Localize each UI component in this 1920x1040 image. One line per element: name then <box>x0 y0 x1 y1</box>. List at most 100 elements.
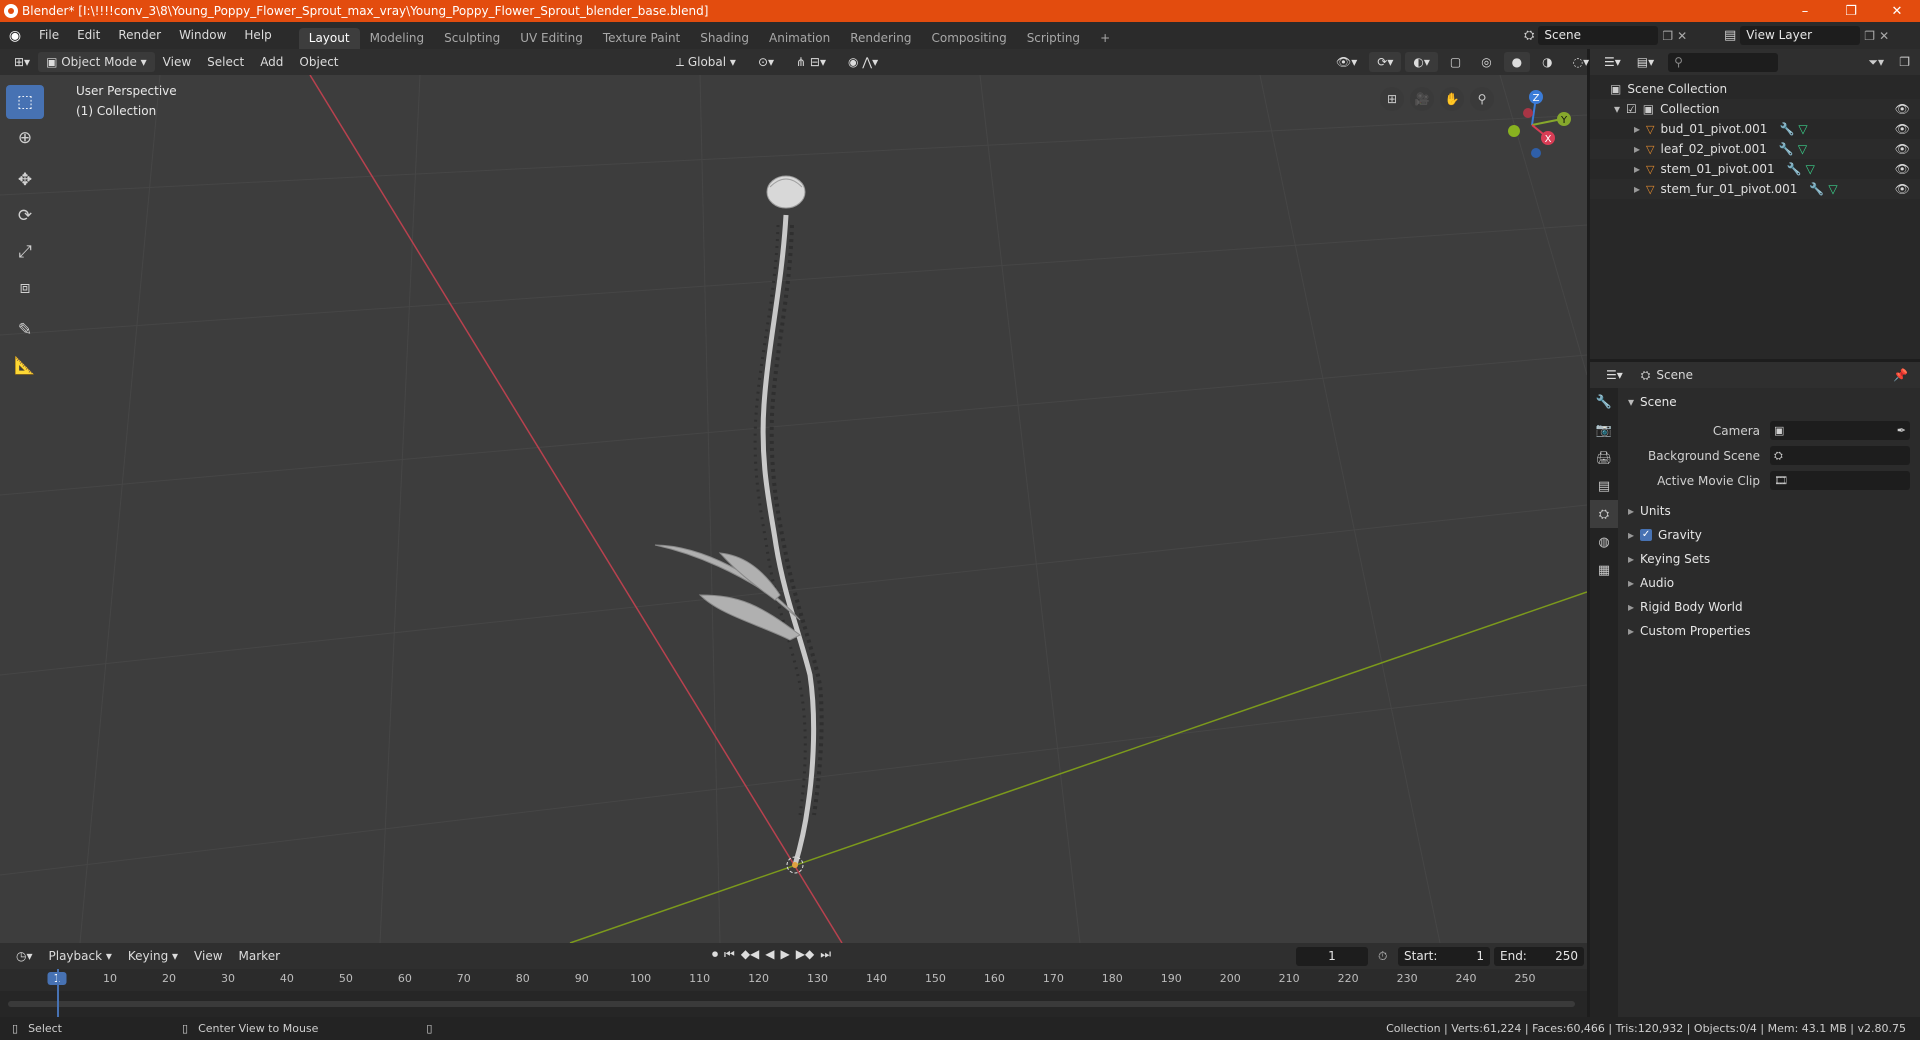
timeline-ruler[interactable]: 1102030405060708090100110120130140150160… <box>0 969 1587 991</box>
mesh-data-icon[interactable]: ▽ <box>1828 182 1837 196</box>
outliner-search-input[interactable]: ⚲ <box>1668 52 1779 72</box>
expand-icon[interactable]: ▸ <box>1634 162 1640 176</box>
snap-icon[interactable]: ⋔ ⊟▾ <box>788 52 834 72</box>
texture-tab-icon[interactable]: ▦ <box>1590 556 1618 584</box>
menu-render[interactable]: Render <box>109 22 170 49</box>
menu-select[interactable]: Select <box>199 52 252 72</box>
tab-layout[interactable]: Layout <box>298 28 360 49</box>
collapse-icon[interactable]: ▾ <box>1614 102 1620 116</box>
delete-view-layer-icon[interactable]: ✕ <box>1879 29 1889 43</box>
minimize-button[interactable]: – <box>1782 0 1828 22</box>
gizmo-toggle-icon[interactable]: ⟳▾ <box>1369 52 1402 72</box>
output-tab-icon[interactable]: 🖨 <box>1590 444 1618 472</box>
tab-scripting[interactable]: Scripting <box>1017 28 1090 49</box>
rotate-tool-icon[interactable]: ⟳ <box>6 199 44 233</box>
measure-tool-icon[interactable]: 📐 <box>6 349 44 383</box>
filter-icon[interactable]: ⏷▾ <box>1868 55 1884 70</box>
tool-tab-icon[interactable]: 🔧 <box>1590 388 1618 416</box>
modifier-wrench-icon[interactable]: 🔧 <box>1809 182 1824 196</box>
preview-range-icon[interactable]: ⏱ <box>1378 949 1387 964</box>
menu-view[interactable]: View <box>155 52 199 72</box>
new-scene-icon[interactable]: ❐ <box>1662 29 1673 43</box>
editor-type-icon[interactable]: ⊞▾ <box>6 52 38 72</box>
camera-field[interactable]: ▣ ✒ <box>1770 421 1910 440</box>
background-scene-field[interactable]: ⛭ <box>1770 446 1910 465</box>
tab-modeling[interactable]: Modeling <box>360 28 435 49</box>
pin-icon[interactable]: 📌 <box>1893 368 1908 382</box>
jump-end-icon[interactable]: ⏭ <box>820 947 831 962</box>
scale-tool-icon[interactable]: ⤢ <box>6 235 44 269</box>
annotate-tool-icon[interactable]: ✎ <box>6 313 44 347</box>
expand-icon[interactable]: ▸ <box>1634 122 1640 136</box>
tab-compositing[interactable]: Compositing <box>921 28 1016 49</box>
view-layer-selector[interactable]: View Layer <box>1740 26 1861 45</box>
close-button[interactable]: ✕ <box>1874 0 1920 22</box>
menu-marker[interactable]: Marker <box>231 946 288 966</box>
tab-sculpting[interactable]: Sculpting <box>434 28 510 49</box>
gizmo-neg-y-icon[interactable] <box>1508 125 1520 137</box>
prev-keyframe-icon[interactable]: ◆◀ <box>741 947 759 962</box>
object-eye-icon[interactable]: 👁 <box>1895 162 1910 176</box>
timeline-editor-type-icon[interactable]: ◷▾ <box>8 946 41 966</box>
pivot-point-icon[interactable]: ⊙▾ <box>750 52 782 72</box>
active-movie-clip-field[interactable]: 🎞 <box>1770 471 1910 490</box>
eyedropper-icon[interactable]: ✒ <box>1897 424 1906 437</box>
scene-tab-icon[interactable]: ⛭ <box>1590 500 1618 528</box>
mesh-data-icon[interactable]: ▽ <box>1806 162 1815 176</box>
rigid-body-world-panel-header[interactable]: ▸ Rigid Body World <box>1620 595 1920 619</box>
new-view-layer-icon[interactable]: ❐ <box>1864 29 1875 43</box>
units-panel-header[interactable]: ▸ Units <box>1620 499 1920 523</box>
object-eye-icon[interactable]: 👁 <box>1895 142 1910 156</box>
outliner-item-stem[interactable]: ▸ ▽ stem_01_pivot.001 🔧 ▽ 👁 <box>1590 159 1920 179</box>
wireframe-shading-icon[interactable]: ◎ <box>1473 52 1499 72</box>
grid-view-icon[interactable]: ⊞ <box>1380 87 1404 111</box>
jump-start-icon[interactable]: ⏮ <box>724 947 735 962</box>
pan-hand-icon[interactable]: ✋ <box>1440 87 1464 111</box>
keying-sets-panel-header[interactable]: ▸ Keying Sets <box>1620 547 1920 571</box>
zoom-icon[interactable]: ⚲ <box>1470 87 1494 111</box>
menu-add[interactable]: Add <box>252 52 291 72</box>
visibility-icon[interactable]: 👁▾ <box>1328 52 1365 72</box>
menu-window[interactable]: Window <box>170 22 235 49</box>
outliner-item-leaf[interactable]: ▸ ▽ leaf_02_pivot.001 🔧 ▽ 👁 <box>1590 139 1920 159</box>
menu-playback[interactable]: Playback ▾ <box>41 946 120 966</box>
start-frame-field[interactable]: Start: 1 <box>1398 947 1490 966</box>
overlay-toggle-icon[interactable]: ◐▾ <box>1405 52 1438 72</box>
cursor-tool-icon[interactable]: ⊕ <box>6 121 44 155</box>
tab-uv-editing[interactable]: UV Editing <box>510 28 593 49</box>
xray-icon[interactable]: ▢ <box>1442 52 1469 72</box>
tab-texture-paint[interactable]: Texture Paint <box>593 28 690 49</box>
outliner-item-bud[interactable]: ▸ ▽ bud_01_pivot.001 🔧 ▽ 👁 <box>1590 119 1920 139</box>
material-shading-icon[interactable]: ◑ <box>1534 52 1560 72</box>
timeline-track[interactable] <box>0 991 1587 1017</box>
3d-viewport[interactable]: User Perspective (1) Collection ⊞ 🎥 ✋ ⚲ … <box>0 75 1587 943</box>
current-frame-field[interactable]: 1 <box>1296 947 1368 966</box>
gravity-checkbox[interactable]: ✓ <box>1640 529 1653 541</box>
audio-panel-header[interactable]: ▸ Audio <box>1620 571 1920 595</box>
custom-properties-panel-header[interactable]: ▸ Custom Properties <box>1620 619 1920 643</box>
select-box-tool-icon[interactable]: ⬚ <box>6 85 44 119</box>
mode-selector[interactable]: ▣ Object Mode ▾ <box>38 52 155 72</box>
collection-eye-icon[interactable]: 👁 <box>1895 102 1910 116</box>
bud-object[interactable] <box>766 175 806 209</box>
menu-object[interactable]: Object <box>291 52 346 72</box>
collection-checkbox-icon[interactable]: ☑ <box>1626 102 1637 116</box>
world-tab-icon[interactable]: ◍ <box>1590 528 1618 556</box>
stem-object[interactable] <box>760 214 817 866</box>
menu-edit[interactable]: Edit <box>68 22 109 49</box>
outliner-editor-type-icon[interactable]: ☰▾ <box>1596 52 1629 72</box>
outliner-scene-collection[interactable]: ▣ Scene Collection <box>1590 79 1920 99</box>
object-eye-icon[interactable]: 👁 <box>1895 182 1910 196</box>
restore-button[interactable]: ❐ <box>1828 0 1874 22</box>
move-tool-icon[interactable]: ✥ <box>6 163 44 197</box>
transform-orientation[interactable]: ⟂ Global ▾ <box>668 52 744 72</box>
menu-timeline-view[interactable]: View <box>186 946 230 966</box>
outliner-collection[interactable]: ▾ ☑ ▣ Collection 👁 <box>1590 99 1920 119</box>
menu-file[interactable]: File <box>30 22 68 49</box>
view-layer-tab-icon[interactable]: ▤ <box>1590 472 1618 500</box>
modifier-wrench-icon[interactable]: 🔧 <box>1787 162 1802 176</box>
transform-tool-icon[interactable]: ⧈ <box>6 271 44 305</box>
proportional-edit-icon[interactable]: ◉ ⋀▾ <box>840 52 886 72</box>
mesh-data-icon[interactable]: ▽ <box>1798 122 1807 136</box>
modifier-wrench-icon[interactable]: 🔧 <box>1779 122 1794 136</box>
